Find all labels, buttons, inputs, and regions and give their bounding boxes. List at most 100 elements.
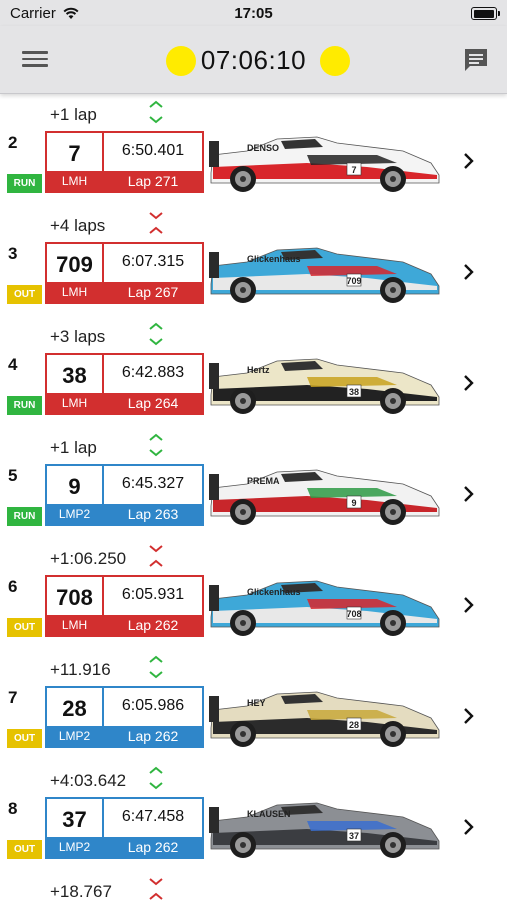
- trend-down-icon: [149, 212, 163, 234]
- gap-to-ahead: +1:06.250: [50, 549, 127, 568]
- standings-row[interactable]: 8 OUT 37 LMP2 6:47.458 Lap 262 KLAUSEN 3…: [0, 795, 507, 872]
- nav-bar: 07:06:10: [0, 26, 507, 94]
- standings-row[interactable]: 5 RUN 9 LMP2 6:45.327 Lap 263 PREMA 9: [0, 462, 507, 539]
- position: 5: [8, 466, 18, 485]
- gap-to-ahead: +18.767: [50, 882, 112, 900]
- pit-status-badge: OUT: [7, 618, 42, 637]
- svg-text:28: 28: [349, 720, 359, 730]
- pit-status-badge: OUT: [7, 285, 42, 304]
- last-lap-time: 6:07.315: [121, 253, 185, 270]
- lap-count: Lap 267: [104, 282, 202, 302]
- car-number: 28: [62, 696, 87, 721]
- car-number: 37: [62, 807, 87, 832]
- car-number-box: 9 LMP2: [45, 464, 104, 526]
- car-number-box: 708 LMH: [45, 575, 104, 637]
- class-badge: LMP2: [47, 837, 102, 857]
- svg-text:KLAUSEN: KLAUSEN: [247, 809, 291, 819]
- car-number: 708: [56, 585, 93, 610]
- gap-row: +1 lap: [0, 428, 507, 462]
- car-number-box: 38 LMH: [45, 353, 104, 415]
- pit-status-badge: OUT: [7, 840, 42, 859]
- lap-count: Lap 264: [104, 393, 202, 413]
- chevron-right-icon[interactable]: [462, 817, 476, 837]
- last-lap-time: 6:05.986: [121, 697, 185, 714]
- yellow-flag-indicator: [320, 46, 350, 76]
- chevron-right-icon[interactable]: [462, 262, 476, 282]
- gap-to-ahead: +11.916: [50, 660, 111, 679]
- standings-row[interactable]: 3 OUT 709 LMH 6:07.315 Lap 267 Glickenha…: [0, 240, 507, 317]
- pit-status-badge: RUN: [7, 396, 42, 415]
- gap-to-ahead: +1 lap: [50, 438, 97, 457]
- pit-status-badge: RUN: [7, 174, 42, 193]
- car-number: 7: [68, 141, 81, 166]
- gap-row: +4 laps: [0, 206, 507, 240]
- car-number-box: 709 LMH: [45, 242, 104, 304]
- lap-info-box: 6:42.883 Lap 264: [104, 353, 204, 415]
- trend-up-icon: [149, 100, 163, 124]
- class-badge: LMP2: [47, 726, 102, 746]
- lap-info-box: 6:07.315 Lap 267: [104, 242, 204, 304]
- position: 8: [8, 799, 18, 818]
- lap-info-box: 6:05.986 Lap 262: [104, 686, 204, 748]
- chevron-right-icon[interactable]: [462, 151, 476, 171]
- svg-text:709: 709: [346, 276, 361, 286]
- svg-text:Glickenhaus: Glickenhaus: [247, 587, 301, 597]
- battery-icon: [471, 7, 500, 20]
- last-lap-time: 6:47.458: [121, 808, 185, 825]
- gap-row: +18.767: [0, 872, 507, 900]
- lap-count: Lap 262: [104, 726, 202, 746]
- gap-row: +1 lap: [0, 95, 507, 129]
- clock: 17:05: [234, 5, 273, 22]
- class-badge: LMP2: [47, 504, 102, 524]
- position: 4: [8, 355, 18, 374]
- last-lap-time: 6:05.931: [121, 586, 185, 603]
- class-badge: LMH: [47, 393, 102, 413]
- gap-to-ahead: +3 laps: [50, 327, 106, 346]
- car-number-box: 28 LMP2: [45, 686, 104, 748]
- lap-count: Lap 263: [104, 504, 202, 524]
- standings-row[interactable]: 7 OUT 28 LMP2 6:05.986 Lap 262 HEY 28: [0, 684, 507, 761]
- car-number: 38: [62, 363, 87, 388]
- standings-row[interactable]: 4 RUN 38 LMH 6:42.883 Lap 264 Hertz 38: [0, 351, 507, 428]
- car-livery-image: Glickenhaus 708: [209, 580, 440, 636]
- trend-up-icon: [149, 766, 163, 790]
- svg-text:9: 9: [351, 498, 356, 508]
- car-livery-image: Glickenhaus 709: [209, 247, 440, 303]
- svg-text:HEY: HEY: [247, 698, 266, 708]
- class-badge: LMH: [47, 171, 102, 191]
- lap-info-box: 6:45.327 Lap 263: [104, 464, 204, 526]
- status-bar: Carrier 17:05: [0, 0, 507, 26]
- gap-row: +4:03.642: [0, 761, 507, 795]
- car-livery-image: HEY 28: [209, 691, 440, 747]
- standings-row[interactable]: 6 OUT 708 LMH 6:05.931 Lap 262 Glickenha…: [0, 573, 507, 650]
- chevron-right-icon[interactable]: [462, 595, 476, 615]
- gap-row: +11.916: [0, 650, 507, 684]
- car-number: 709: [56, 252, 93, 277]
- position: 3: [8, 244, 18, 263]
- svg-text:708: 708: [346, 609, 361, 619]
- class-badge: LMH: [47, 282, 102, 302]
- lap-info-box: 6:50.401 Lap 271: [104, 131, 204, 193]
- lap-count: Lap 262: [104, 615, 202, 635]
- last-lap-time: 6:50.401: [121, 142, 185, 159]
- position: 2: [8, 133, 18, 152]
- car-number-box: 7 LMH: [45, 131, 104, 193]
- chat-icon[interactable]: [462, 46, 490, 74]
- last-lap-time: 6:42.883: [121, 364, 185, 381]
- trend-up-icon: [149, 322, 163, 346]
- car-livery-image: DENSO 7: [209, 136, 440, 192]
- gap-to-ahead: +4 laps: [50, 216, 106, 235]
- svg-text:38: 38: [349, 387, 359, 397]
- svg-text:DENSO: DENSO: [247, 143, 279, 153]
- lap-count: Lap 271: [104, 171, 202, 191]
- position: 6: [8, 577, 18, 596]
- standings-list: +1 lap 2 RUN 7 LMH 6:50.401 Lap 271 DENS…: [0, 95, 507, 900]
- svg-text:37: 37: [349, 831, 359, 841]
- chevron-right-icon[interactable]: [462, 484, 476, 504]
- svg-text:Hertz: Hertz: [247, 365, 270, 375]
- gap-row: +1:06.250: [0, 539, 507, 573]
- svg-text:Glickenhaus: Glickenhaus: [247, 254, 301, 264]
- standings-row[interactable]: 2 RUN 7 LMH 6:50.401 Lap 271 DENSO 7: [0, 129, 507, 206]
- chevron-right-icon[interactable]: [462, 706, 476, 726]
- chevron-right-icon[interactable]: [462, 373, 476, 393]
